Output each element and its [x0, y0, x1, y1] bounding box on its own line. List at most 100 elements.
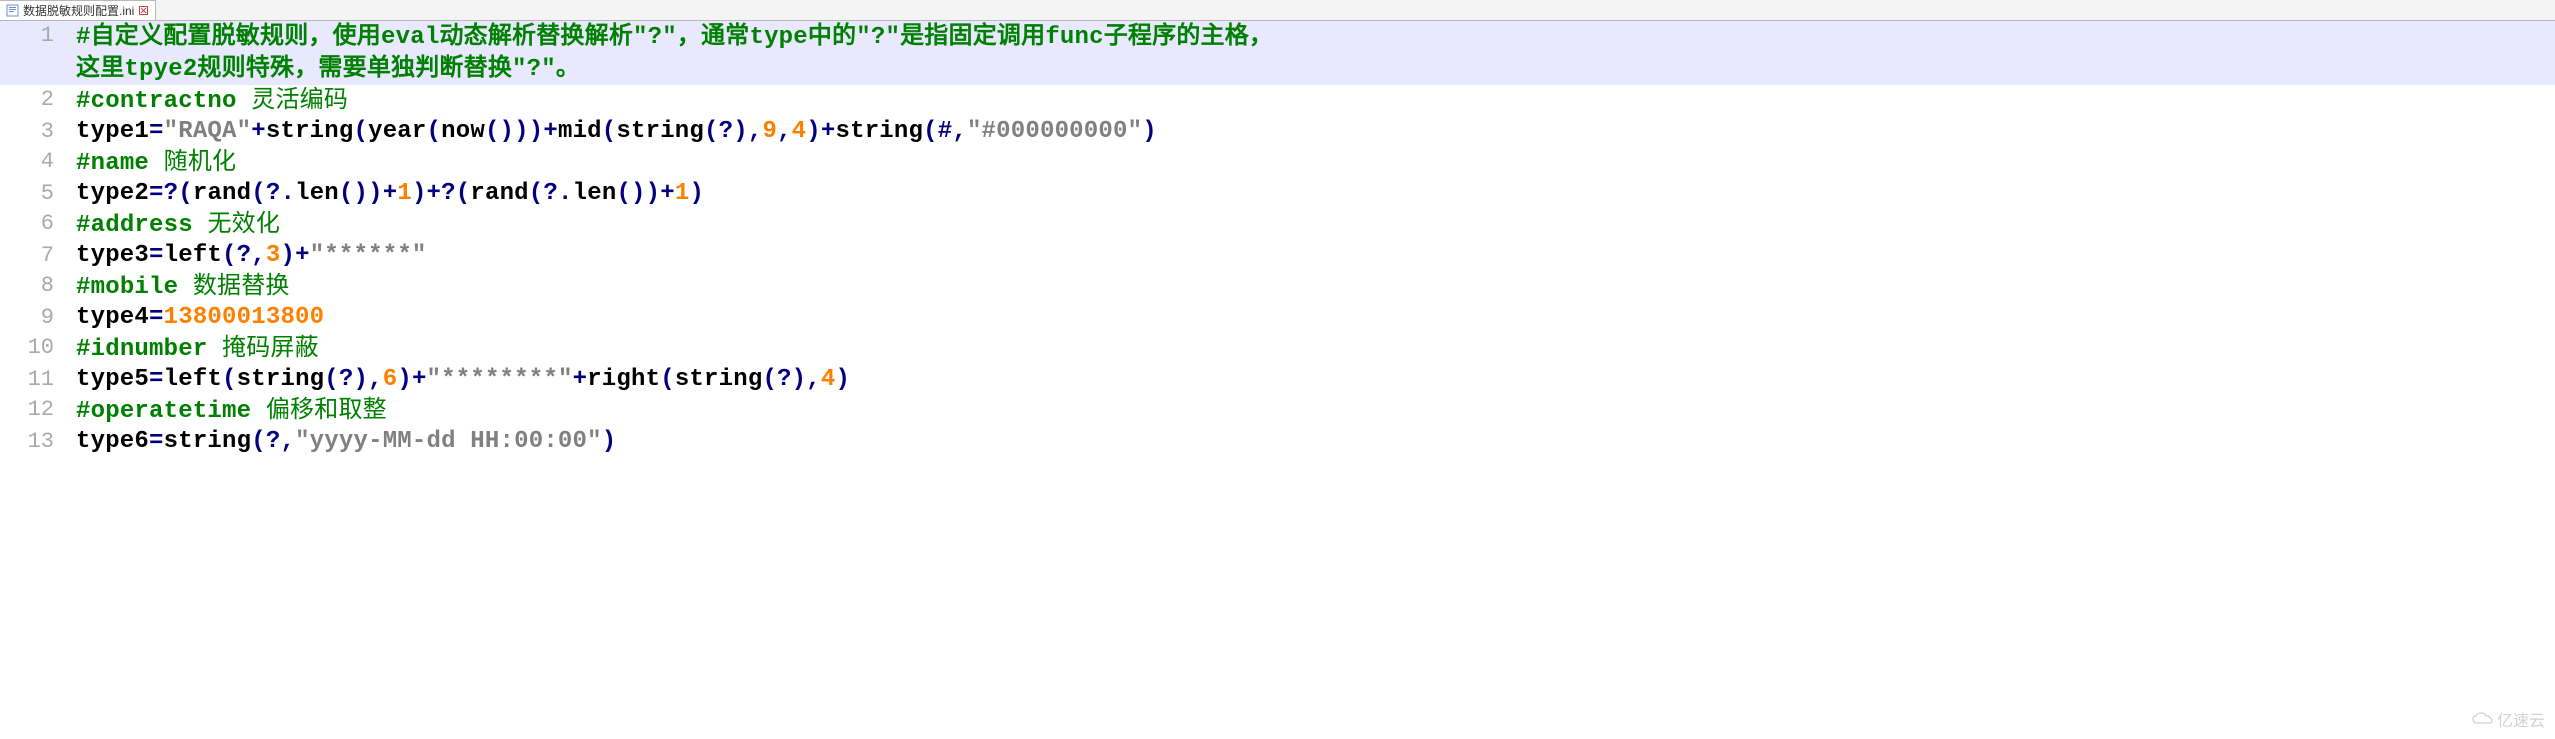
- code-line[interactable]: 2#contractno 灵活编码: [0, 85, 2555, 117]
- token: =?: [149, 180, 178, 207]
- token: 9: [762, 118, 777, 145]
- token: (: [923, 118, 938, 145]
- line-number: 3: [0, 117, 68, 147]
- code-line[interactable]: 11type5=left(string(?),6)+"********"+rig…: [0, 365, 2555, 395]
- token: "?": [512, 56, 556, 83]
- token: ): [806, 118, 821, 145]
- file-tab[interactable]: 数据脱敏规则配置.ini: [0, 0, 156, 20]
- line-number: 4: [0, 147, 68, 177]
- line-content[interactable]: #idnumber 掩码屏蔽: [68, 333, 319, 365]
- token: ),: [792, 366, 821, 393]
- code-line[interactable]: 1#自定义配置脱敏规则，使用eval动态解析替换解析"?"，通常type中的"?…: [0, 21, 2555, 53]
- token: =: [149, 428, 164, 455]
- line-number: 7: [0, 241, 68, 271]
- token: "RAQA": [164, 118, 252, 145]
- token: 无效化: [207, 210, 280, 237]
- line-number: 1: [0, 21, 68, 51]
- line-content[interactable]: #operatetime 偏移和取整: [68, 395, 387, 427]
- token: (: [222, 242, 237, 269]
- token: ,: [777, 118, 792, 145]
- code-line[interactable]: 6#address 无效化: [0, 209, 2555, 241]
- token: #: [76, 336, 91, 363]
- line-content[interactable]: #mobile 数据替换: [68, 271, 290, 303]
- token: #: [938, 118, 953, 145]
- token: ,: [280, 428, 295, 455]
- token: ?: [777, 366, 792, 393]
- token: mobile: [91, 274, 193, 301]
- token: =: [149, 118, 164, 145]
- token: +: [660, 180, 675, 207]
- token: 这里: [76, 54, 124, 81]
- token: (: [602, 118, 617, 145]
- code-line[interactable]: 12#operatetime 偏移和取整: [0, 395, 2555, 427]
- token: type: [749, 24, 807, 51]
- token: ): [689, 180, 704, 207]
- token: 灵活编码: [251, 86, 348, 113]
- token: ): [280, 242, 295, 269]
- code-line[interactable]: 10#idnumber 掩码屏蔽: [0, 333, 2555, 365]
- line-number: 11: [0, 365, 68, 395]
- token: (: [251, 180, 266, 207]
- token: ?: [266, 428, 281, 455]
- code-area[interactable]: 1#自定义配置脱敏规则，使用eval动态解析替换解析"?"，通常type中的"?…: [0, 21, 2555, 457]
- token: left: [164, 242, 222, 269]
- code-line[interactable]: 7type3=left(?,3)+"******": [0, 241, 2555, 271]
- code-line[interactable]: 这里tpye2规则特殊，需要单独判断替换"?"。: [0, 53, 2555, 85]
- editor-window: 数据脱敏规则配置.ini 1#自定义配置脱敏规则，使用eval动态解析替换解析"…: [0, 0, 2555, 739]
- token: "?": [633, 24, 677, 51]
- line-number: 12: [0, 395, 68, 425]
- tab-bar: 数据脱敏规则配置.ini: [0, 0, 2555, 21]
- line-content[interactable]: type2=?(rand(?.len())+1)+?(rand(?.len())…: [68, 179, 704, 209]
- token: type2: [76, 180, 149, 207]
- token: 数据替换: [193, 272, 290, 299]
- token: year: [368, 118, 426, 145]
- token: rand: [470, 180, 528, 207]
- line-content[interactable]: #contractno 灵活编码: [68, 85, 348, 117]
- token: 1: [397, 180, 412, 207]
- token: (: [324, 366, 339, 393]
- token: len: [295, 180, 339, 207]
- line-content[interactable]: type6=string(?,"yyyy-MM-dd HH:00:00"): [68, 427, 616, 457]
- token: ): [835, 366, 850, 393]
- close-icon[interactable]: [138, 5, 149, 16]
- line-number: 6: [0, 209, 68, 239]
- token: 6: [383, 366, 398, 393]
- token: +: [821, 118, 836, 145]
- token: ),: [733, 118, 762, 145]
- token: (: [529, 180, 544, 207]
- line-content[interactable]: type3=left(?,3)+"******": [68, 241, 427, 271]
- code-line[interactable]: 8#mobile 数据替换: [0, 271, 2555, 303]
- token: 3: [266, 242, 281, 269]
- code-line[interactable]: 4#name 随机化: [0, 147, 2555, 179]
- token: tpye2: [124, 56, 197, 83]
- token: #: [76, 88, 91, 115]
- token: string: [836, 118, 924, 145]
- token: ): [602, 428, 617, 455]
- token: 13800013800: [164, 304, 325, 331]
- line-content[interactable]: #address 无效化: [68, 209, 280, 241]
- line-content[interactable]: type1="RAQA"+string(year(now()))+mid(str…: [68, 117, 1157, 147]
- token: =: [149, 304, 164, 331]
- token: (: [427, 118, 442, 145]
- line-content[interactable]: 这里tpye2规则特殊，需要单独判断替换"?"。: [68, 53, 580, 85]
- token: ?: [339, 366, 354, 393]
- line-content[interactable]: type4=13800013800: [68, 303, 324, 333]
- token: (: [251, 428, 266, 455]
- token: 自定义配置脱敏规则，使用: [91, 22, 381, 49]
- token: (: [456, 180, 471, 207]
- token: #: [76, 150, 91, 177]
- line-content[interactable]: #自定义配置脱敏规则，使用eval动态解析替换解析"?"，通常type中的"?"…: [68, 21, 1273, 53]
- token: 4: [821, 366, 836, 393]
- token: 偏移和取整: [266, 396, 387, 423]
- token: operatetime: [91, 398, 266, 425]
- code-line[interactable]: 13type6=string(?,"yyyy-MM-dd HH:00:00"): [0, 427, 2555, 457]
- line-content[interactable]: #name 随机化: [68, 147, 236, 179]
- token: string: [616, 118, 704, 145]
- token: 4: [792, 118, 807, 145]
- code-line[interactable]: 3type1="RAQA"+string(year(now()))+mid(st…: [0, 117, 2555, 147]
- token: (: [762, 366, 777, 393]
- code-line[interactable]: 5type2=?(rand(?.len())+1)+?(rand(?.len()…: [0, 179, 2555, 209]
- code-line[interactable]: 9type4=13800013800: [0, 303, 2555, 333]
- token: 。: [556, 54, 580, 81]
- line-content[interactable]: type5=left(string(?),6)+"********"+right…: [68, 365, 850, 395]
